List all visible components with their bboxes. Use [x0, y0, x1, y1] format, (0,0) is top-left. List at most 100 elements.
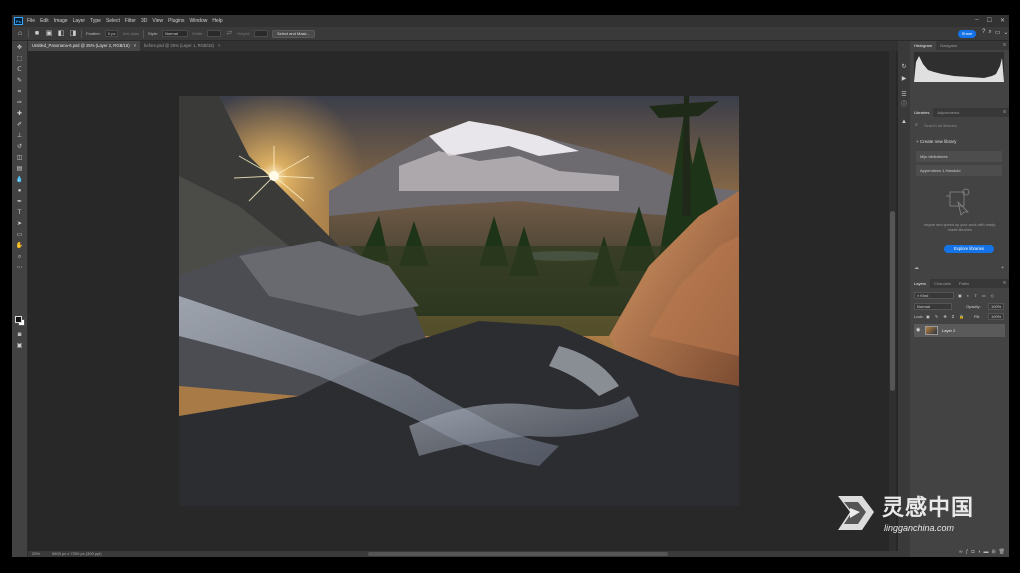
tab-close-icon[interactable]: ×: [134, 41, 136, 51]
dodge-tool-icon[interactable]: ●: [15, 187, 24, 195]
more-tools-icon[interactable]: ⋯: [15, 264, 24, 272]
eyedropper-tool-icon[interactable]: ✑: [15, 99, 24, 107]
scrollbar-thumb[interactable]: [890, 211, 895, 391]
menu-3d[interactable]: 3D: [141, 18, 147, 24]
eraser-tool-icon[interactable]: ◫: [15, 154, 24, 162]
folder-icon[interactable]: ▬: [983, 549, 988, 556]
blend-mode-select[interactable]: Normal: [914, 303, 952, 310]
trash-icon[interactable]: 🗑: [999, 549, 1005, 556]
menu-edit[interactable]: Edit: [40, 18, 49, 24]
fill-input[interactable]: 100%: [988, 313, 1004, 320]
lock-icons[interactable]: ▣ ✎ ✥ ⌗ 🔒: [926, 314, 966, 319]
layer-name[interactable]: Layer 2: [942, 328, 955, 333]
quick-mask-icon[interactable]: ◙: [15, 331, 24, 339]
panel-menu-icon[interactable]: ≡: [1003, 42, 1006, 48]
horizontal-scrollbar[interactable]: [368, 552, 668, 556]
filter-icons[interactable]: ▣ ◐ T ▭ ◇: [958, 293, 996, 298]
history-brush-tool-icon[interactable]: ↺: [15, 143, 24, 151]
add-icon[interactable]: +: [1001, 265, 1004, 271]
create-library-button[interactable]: + Create new library: [916, 139, 956, 144]
opacity-input[interactable]: 100%: [988, 303, 1004, 310]
hand-tool-icon[interactable]: ✋: [15, 242, 24, 250]
select-and-mask-button[interactable]: Select and Mask...: [271, 29, 315, 38]
zoom-tool-icon[interactable]: ⌕: [15, 253, 24, 261]
pen-tool-icon[interactable]: ✒: [15, 198, 24, 206]
swap-icon[interactable]: ⇄: [225, 30, 233, 38]
history-icon[interactable]: ↻: [900, 63, 908, 71]
menu-select[interactable]: Select: [106, 18, 120, 24]
menu-type[interactable]: Type: [90, 18, 101, 24]
add-selection-icon[interactable]: ▣: [45, 30, 53, 38]
menu-help[interactable]: Help: [212, 18, 222, 24]
minimize-icon[interactable]: –: [975, 17, 978, 24]
vertical-scrollbar[interactable]: [889, 51, 896, 551]
tab-histogram[interactable]: Histogram: [910, 41, 937, 50]
blur-tool-icon[interactable]: 💧: [15, 176, 24, 184]
eye-icon[interactable]: ◉: [916, 327, 920, 333]
shape-tool-icon[interactable]: ▭: [15, 231, 24, 239]
adjustment-icon[interactable]: ▲: [900, 118, 908, 126]
play-icon[interactable]: ▶: [900, 75, 908, 83]
antialias-checkbox[interactable]: Anti-alias: [122, 31, 138, 36]
menu-plugins[interactable]: Plugins: [168, 18, 184, 24]
share-button[interactable]: Share: [958, 30, 976, 38]
style-select[interactable]: Normal: [161, 30, 188, 37]
menu-image[interactable]: Image: [54, 18, 68, 24]
menu-layer[interactable]: Layer: [73, 18, 86, 24]
path-select-tool-icon[interactable]: ➤: [15, 220, 24, 228]
tab-adjustments[interactable]: Adjustments: [933, 108, 963, 117]
tab-channels[interactable]: Channels: [930, 279, 955, 288]
marquee-tool-icon[interactable]: ⬚: [15, 55, 24, 63]
fx-icon[interactable]: ƒ: [966, 549, 969, 556]
help-icon[interactable]: ?: [982, 29, 985, 36]
close-icon[interactable]: ✕: [1000, 17, 1005, 24]
menu-window[interactable]: Window: [190, 18, 208, 24]
panel-menu-icon[interactable]: ≡: [1003, 109, 1006, 115]
clone-stamp-tool-icon[interactable]: ⊥: [15, 132, 24, 140]
landscape-photo[interactable]: [179, 96, 739, 506]
zoom-level[interactable]: 25%: [32, 551, 40, 557]
crop-tool-icon[interactable]: ⌗: [15, 88, 24, 96]
menu-file[interactable]: File: [27, 18, 35, 24]
search-icon[interactable]: ⌕: [988, 29, 991, 36]
move-tool-icon[interactable]: ✥: [15, 44, 24, 52]
library-item[interactable]: Mijn bibliotheek: [916, 151, 1002, 162]
layer-kind-filter[interactable]: ⌕ Kind: [914, 292, 954, 299]
tab-untitled-panorama[interactable]: Untitled_Panorama-6.psd @ 25% (Layer 2, …: [28, 41, 141, 51]
intersect-selection-icon[interactable]: ◨: [69, 30, 77, 38]
feather-input[interactable]: 0 px: [104, 30, 119, 37]
new-selection-icon[interactable]: ■: [33, 30, 41, 38]
library-search-input[interactable]: ⌕ Search all libraries: [915, 121, 1003, 130]
panel-menu-icon[interactable]: ≡: [1003, 280, 1006, 286]
workspace-icon[interactable]: ▭: [995, 29, 1001, 36]
subtract-selection-icon[interactable]: ◧: [57, 30, 65, 38]
gradient-tool-icon[interactable]: ▤: [15, 165, 24, 173]
mask-icon[interactable]: ◘: [971, 549, 974, 556]
brush-tool-icon[interactable]: ✐: [15, 121, 24, 129]
tab-paths[interactable]: Paths: [955, 279, 973, 288]
library-item[interactable]: Appendices 1-Handold: [916, 165, 1002, 176]
menu-filter[interactable]: Filter: [125, 18, 136, 24]
foreground-color-swatch[interactable]: [15, 316, 22, 323]
home-icon[interactable]: ⌂: [16, 30, 24, 38]
healing-tool-icon[interactable]: ✚: [15, 110, 24, 118]
properties-icon[interactable]: ☰: [900, 91, 908, 99]
explore-libraries-button[interactable]: Explore libraries: [944, 245, 994, 253]
tab-navigator[interactable]: Navigator: [936, 41, 961, 50]
layer-row[interactable]: ◉ Layer 2: [914, 324, 1005, 337]
chevron-down-icon[interactable]: ⌄: [1003, 29, 1008, 36]
link-icon[interactable]: ∞: [959, 549, 963, 556]
maximize-icon[interactable]: ☐: [987, 17, 992, 24]
adjustment-layer-icon[interactable]: ◑: [977, 549, 980, 556]
screen-mode-icon[interactable]: ▣: [15, 342, 24, 350]
tab-close-icon[interactable]: ×: [218, 41, 220, 51]
canvas-area[interactable]: [28, 51, 898, 551]
tab-libraries[interactable]: Libraries: [910, 108, 934, 117]
height-input[interactable]: [253, 30, 268, 37]
tab-layers[interactable]: Layers: [910, 279, 931, 288]
tab-before[interactable]: before.psd @ 25% (Layer 1, RGB/16) ×: [140, 41, 224, 51]
type-tool-icon[interactable]: T: [15, 209, 24, 217]
quick-select-tool-icon[interactable]: ✎: [15, 77, 24, 85]
menu-view[interactable]: View: [152, 18, 163, 24]
new-layer-icon[interactable]: ⊞: [991, 549, 995, 556]
